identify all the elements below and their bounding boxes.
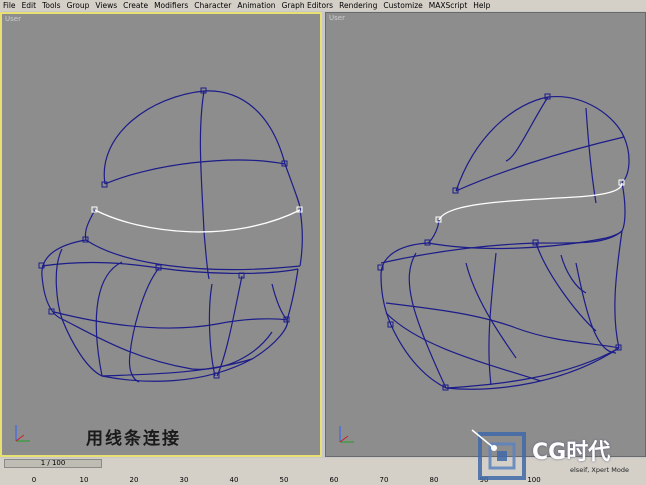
ruler-tick-label: 70 — [379, 476, 389, 484]
menu-group[interactable]: Group — [64, 0, 93, 11]
ruler-tick-label: 10 — [79, 476, 89, 484]
menu-customize[interactable]: Customize — [380, 0, 425, 11]
menu-create[interactable]: Create — [120, 0, 151, 11]
menu-modifiers[interactable]: Modifiers — [151, 0, 191, 11]
menu-rendering[interactable]: Rendering — [336, 0, 380, 11]
viewport-user-left[interactable]: User 用线条连接 — [0, 12, 322, 457]
menu-character[interactable]: Character — [191, 0, 234, 11]
ruler-tick-label: 60 — [329, 476, 339, 484]
menu-tools[interactable]: Tools — [39, 0, 63, 11]
spline-wireframe — [38, 87, 303, 383]
viewport-user-right[interactable]: User — [325, 12, 646, 457]
menu-maxscript[interactable]: MAXScript — [426, 0, 471, 11]
ruler-tick-label: 40 — [229, 476, 239, 484]
axis-tripod-icon — [339, 426, 354, 443]
axis-tripod-icon — [15, 425, 30, 442]
menu-bar: File Edit Tools Group Views Create Modifiers Ch… — [0, 0, 646, 11]
ruler-tick-label: 80 — [429, 476, 439, 484]
menu-graph-editors[interactable]: Graph Editors — [279, 0, 337, 11]
ruler-tick-label: 30 — [179, 476, 189, 484]
logo-text: CG时代 — [532, 440, 611, 465]
caption-text: 用线条连接 — [86, 429, 181, 449]
time-slider[interactable]: 1 / 100 — [4, 459, 102, 468]
logo-subtext: elseif, Xpert Mode — [570, 466, 629, 474]
ruler-tick-label: 20 — [129, 476, 139, 484]
menu-views[interactable]: Views — [92, 0, 120, 11]
menu-help[interactable]: Help — [470, 0, 493, 11]
ruler-tick-label: 0 — [31, 476, 37, 484]
menu-edit[interactable]: Edit — [19, 0, 40, 11]
menu-file[interactable]: File — [0, 0, 19, 11]
ruler-tick-label: 50 — [279, 476, 289, 484]
menu-animation[interactable]: Animation — [234, 0, 278, 11]
spline-wireframe — [377, 93, 630, 391]
